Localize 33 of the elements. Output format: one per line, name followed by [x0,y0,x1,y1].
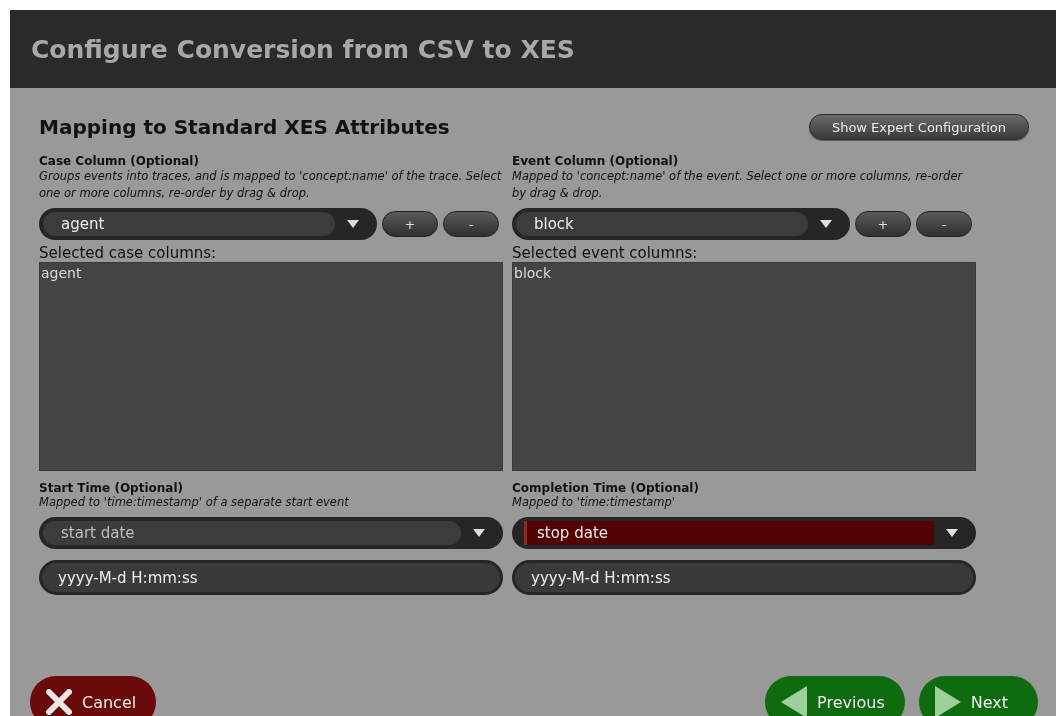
section-heading: Mapping to Standard XES Attributes [39,115,450,139]
column-dropdown[interactable]: block [512,208,850,240]
add-button[interactable]: + [855,211,911,237]
cancel-button[interactable]: Cancel [30,676,157,716]
field-description: Mapped to 'time:timestamp' [512,495,676,509]
field-label: Start Time (Optional) [39,481,185,495]
right-triangle-icon [934,686,961,716]
field-label: Case Column (Optional) [39,154,200,168]
caret-icon [473,529,485,537]
caret-icon [820,220,832,228]
format-field[interactable]: yyyy-M-d H:mm:ss [512,560,976,595]
list-label: Selected event columns: [512,244,699,262]
close-icon [46,689,72,715]
field-label: Completion Time (Optional) [512,481,700,495]
field-description: Mapped to 'time:timestamp' of a separate start event [39,495,350,509]
list-item[interactable]: block [514,265,974,281]
list-item[interactable]: agent [41,265,501,281]
previous-button[interactable]: Previous [765,676,905,716]
add-button[interactable]: + [382,211,438,237]
expert-configuration-button[interactable]: Show Expert Configuration [808,114,1029,140]
field-description: Mapped to 'concept:name' of the event. Select one or more columns, re-order by drag & drop. [512,168,964,202]
remove-button[interactable]: - [916,211,972,237]
remove-button[interactable]: - [443,211,499,237]
caret-icon [946,529,958,537]
column-dropdown[interactable]: agent [39,208,377,240]
field-description: Groups events into traces, and is mapped to 'concept:name' of the trace. Select one or more columns, re-order by drag & drop. [39,168,503,202]
time-dropdown[interactable]: stop date [512,517,976,549]
list-label: Selected case columns: [39,244,218,262]
next-button[interactable]: Next [918,676,1038,716]
left-triangle-icon [781,686,808,716]
field-label: Event Column (Optional) [512,154,680,168]
caret-icon [347,220,359,228]
window-title: Configure Conversion from CSV to XES [31,34,575,64]
